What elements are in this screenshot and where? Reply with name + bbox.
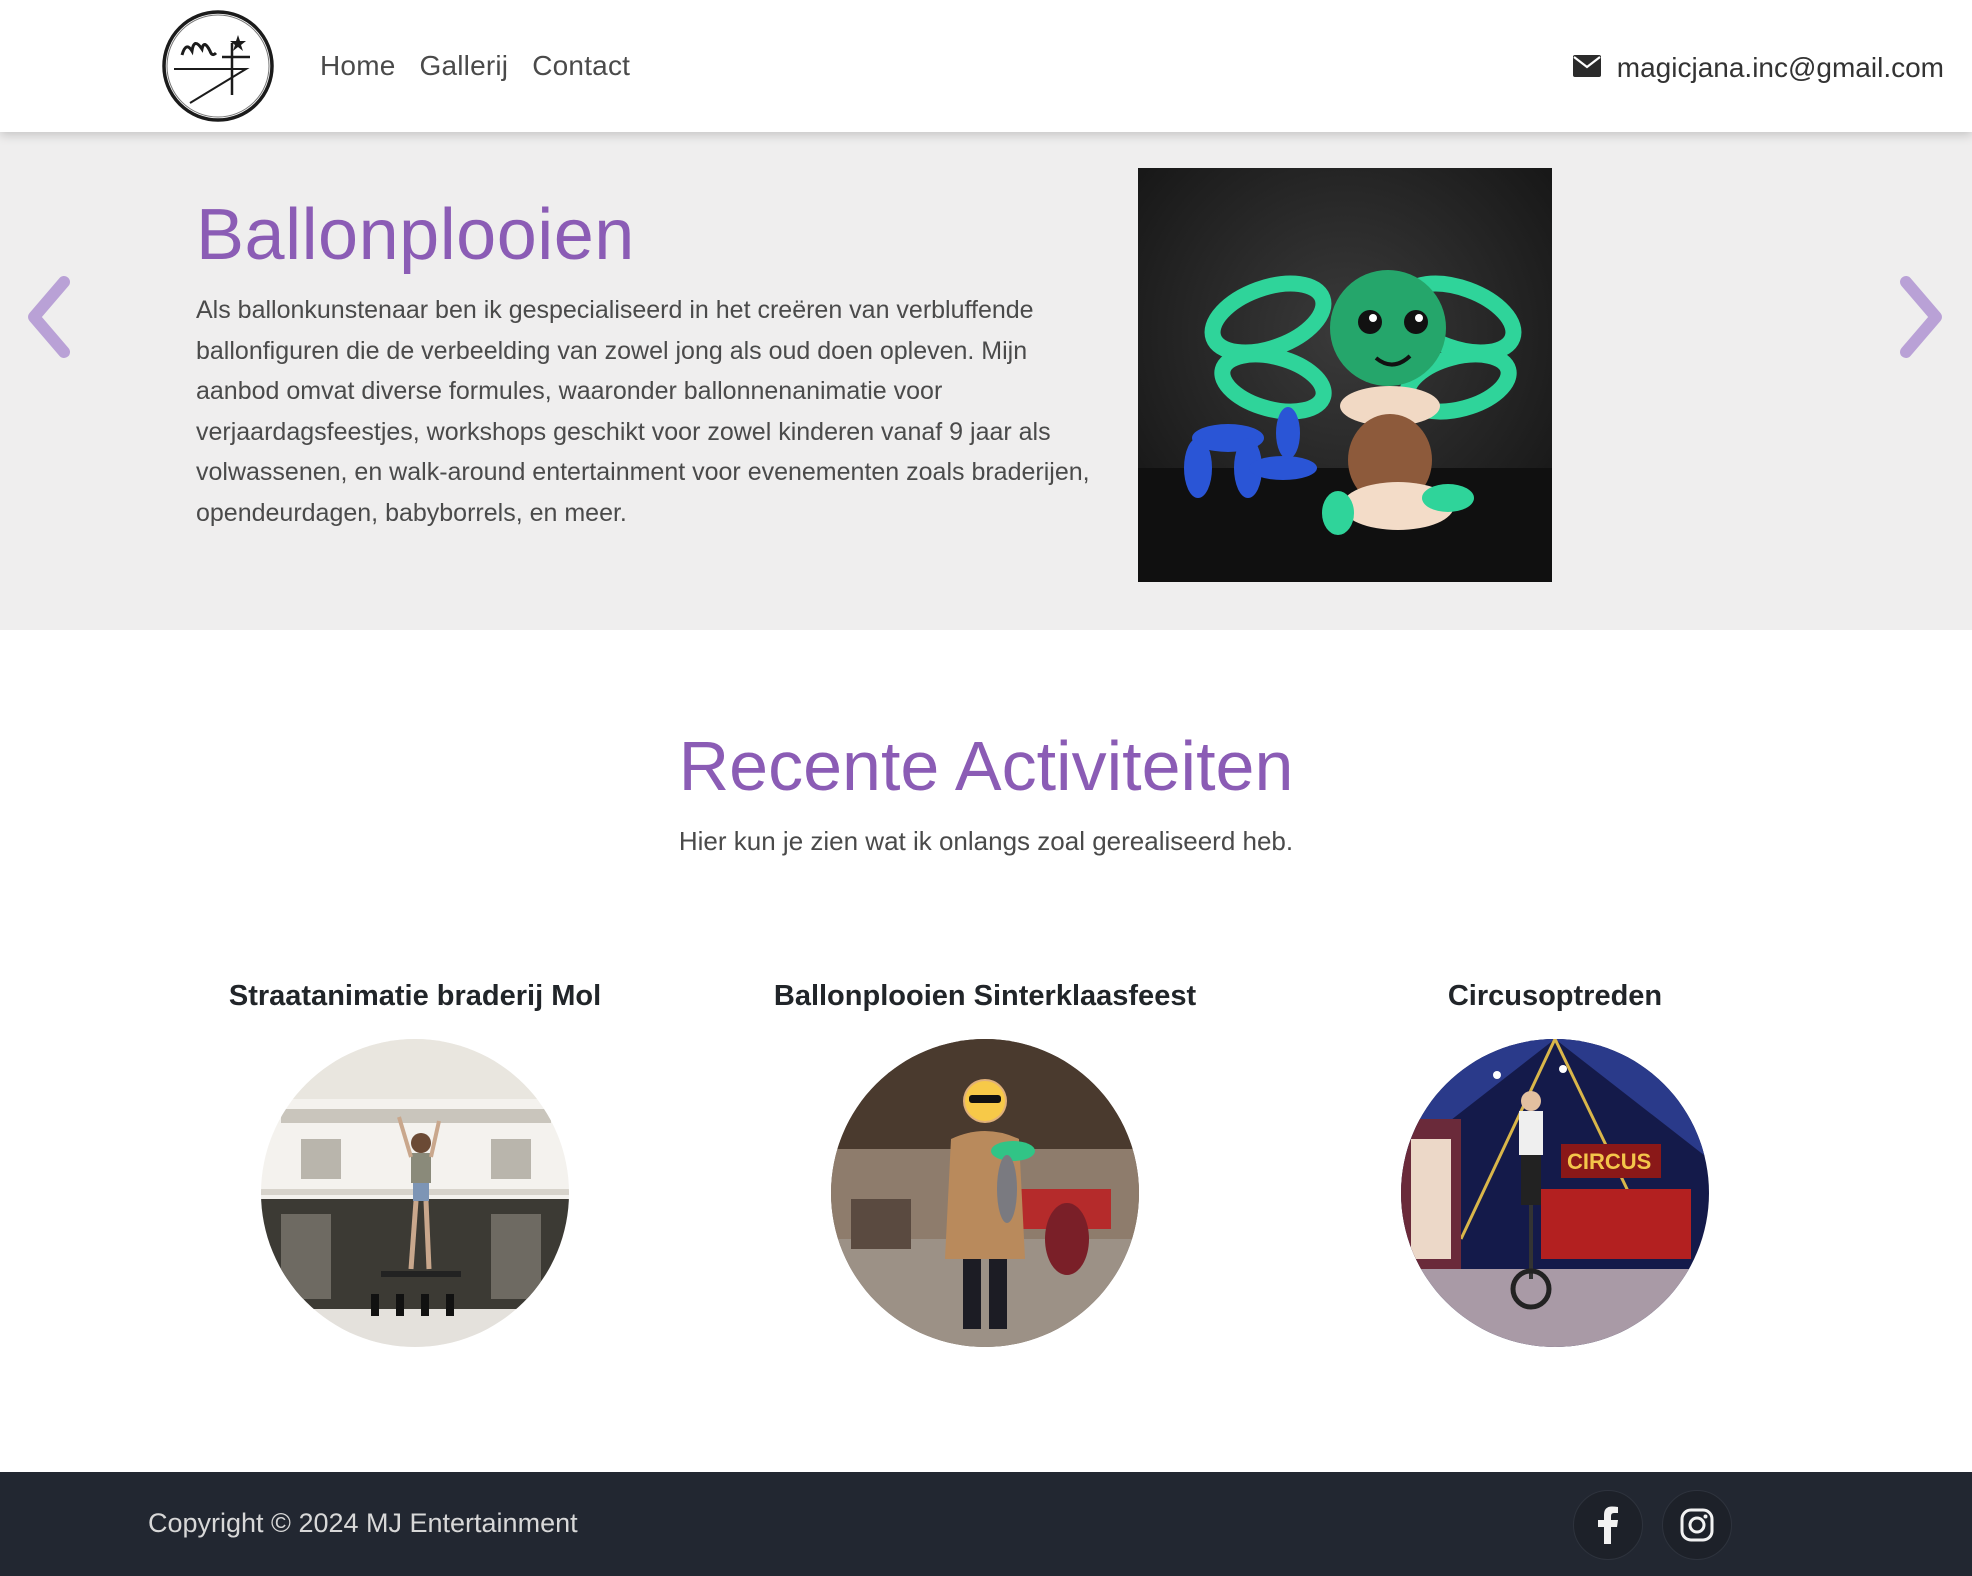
activity-image-circus[interactable]: CIRCUS (1401, 1039, 1709, 1347)
nav-home-link[interactable]: Home (320, 50, 396, 82)
activity-card: Straatanimatie braderij Mol (195, 980, 635, 1347)
svg-text:CIRCUS: CIRCUS (1567, 1149, 1651, 1174)
facebook-icon (1598, 1506, 1618, 1544)
facebook-button[interactable] (1573, 1490, 1643, 1560)
envelope-icon (1572, 54, 1601, 82)
hero-title: Ballonplooien (196, 195, 635, 275)
footer: Copyright © 2024 MJ Entertainment (0, 1472, 1972, 1576)
activity-card: Circusoptreden CIRCUS (1335, 980, 1775, 1347)
nav-gallery-link[interactable]: Gallerij (420, 50, 509, 82)
navbar: Home Gallerij Contact magicjana.inc@gmai… (0, 0, 1972, 132)
hero-balloon-image (1138, 168, 1552, 582)
activity-image-sinterklaas[interactable] (831, 1039, 1139, 1347)
copyright-text: Copyright © 2024 MJ Entertainment (148, 1508, 578, 1538)
activity-card: Ballonplooien Sinterklaasfeest (765, 980, 1205, 1347)
activity-title: Circusoptreden (1447, 980, 1663, 1012)
recent-activities-title: Recente Activiteiten (678, 727, 1294, 805)
activity-title: Straatanimatie braderij Mol (228, 980, 602, 1012)
hero-carousel: Ballonplooien Als ballonkunstenaar ben i… (0, 132, 1972, 630)
carousel-next-button[interactable] (1890, 272, 1950, 362)
activity-image-street[interactable] (261, 1039, 569, 1347)
instagram-icon (1680, 1508, 1714, 1542)
activity-title: Ballonplooien Sinterklaasfeest (773, 980, 1197, 1012)
hero-description: Als ballonkunstenaar ben ik gespecialise… (196, 296, 1090, 527)
recent-activities-subtitle: Hier kun je zien wat ik onlangs zoal ger… (678, 826, 1294, 856)
chevron-left-icon (28, 276, 70, 358)
nav-contact-link[interactable]: Contact (532, 50, 630, 82)
email-text: magicjana.inc@gmail.com (1616, 52, 1944, 83)
logo[interactable] (160, 7, 276, 125)
email-link[interactable]: magicjana.inc@gmail.com (1572, 52, 1944, 84)
main-nav: Home Gallerij Contact (320, 50, 630, 82)
instagram-button[interactable] (1662, 1490, 1732, 1560)
chevron-right-icon (1900, 276, 1942, 358)
carousel-prev-button[interactable] (20, 272, 80, 362)
